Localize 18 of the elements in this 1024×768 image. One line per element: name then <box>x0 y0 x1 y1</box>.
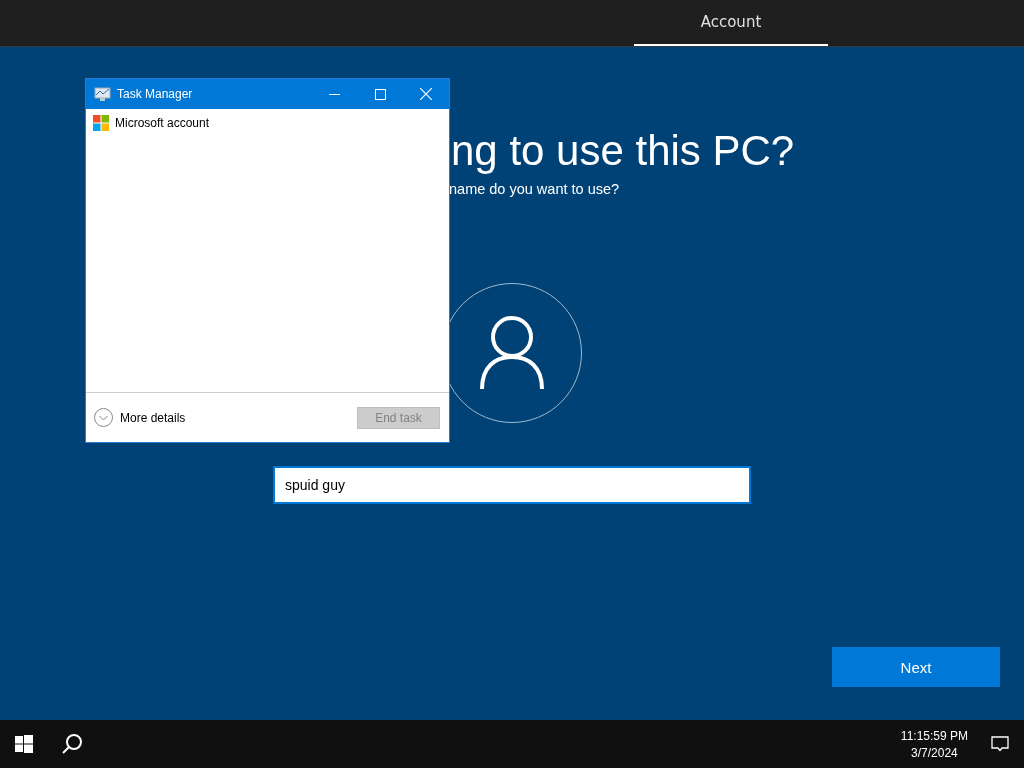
account-tab[interactable]: Account <box>634 0 828 46</box>
maximize-icon <box>374 88 386 100</box>
page-heading: ng to use this PC? <box>451 127 795 175</box>
more-details-button[interactable]: More details <box>94 408 186 427</box>
page-subheading: name do you want to use? <box>449 181 620 197</box>
monitor-chart-icon <box>94 86 111 102</box>
window-title: Task Manager <box>117 87 194 101</box>
four-squares-icon <box>93 115 109 131</box>
close-icon <box>420 88 432 100</box>
search-icon <box>61 733 83 755</box>
name-field[interactable]: spuid guy <box>273 466 751 504</box>
clock[interactable]: 11:15:59 PM 3/7/2024 <box>892 728 976 760</box>
chevron-down-circle-icon <box>94 408 113 427</box>
speech-bubble-icon <box>991 736 1009 752</box>
app-name[interactable]: Microsoft account <box>115 116 210 130</box>
windows-logo-icon <box>15 735 33 753</box>
person-icon <box>479 315 545 391</box>
next-button[interactable]: Next <box>832 647 1000 687</box>
